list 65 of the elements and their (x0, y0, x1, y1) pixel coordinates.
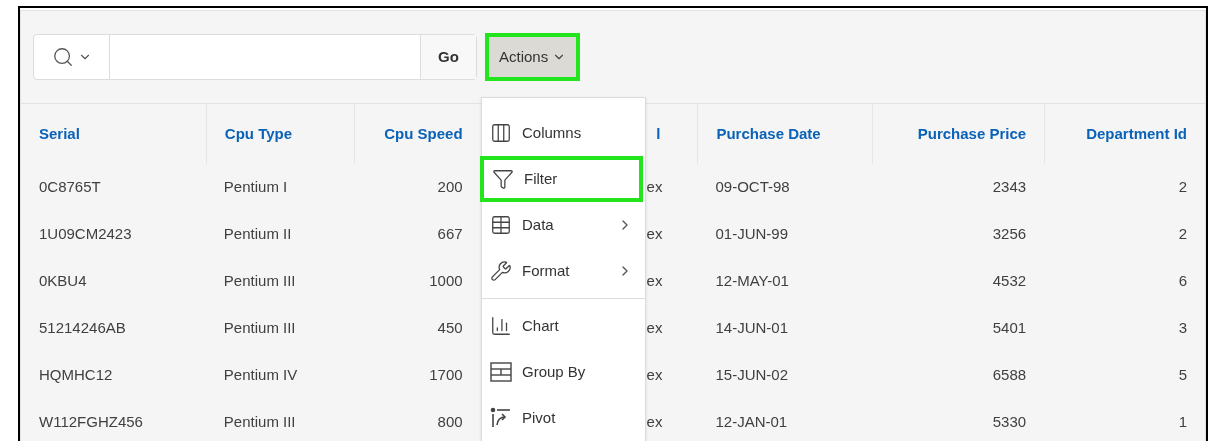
table-cell-text: 3256 (992, 224, 1027, 245)
table-cell-text: 450 (437, 318, 463, 339)
table-cell-text: Pentium I (223, 177, 288, 198)
column-header[interactable]: Cpu Type (205, 104, 354, 164)
menu-item[interactable]: Group By (482, 349, 645, 395)
table-cell-text: ex (646, 318, 663, 339)
table-cell-text: ex (646, 271, 663, 292)
column-header[interactable]: Purchase Price (872, 104, 1045, 164)
table-cell-text: 6588 (992, 365, 1027, 386)
table-cell-text: W112FGHZ456 (39, 412, 143, 433)
menu-item[interactable]: Columns (482, 110, 645, 156)
table-cell-text: 200 (437, 177, 463, 198)
table-cell-text: 2 (1178, 177, 1187, 198)
table-cell-text: 1000 (429, 271, 463, 292)
table-cell-text: 0KBU4 (39, 271, 87, 292)
table-cell-text: 5 (1178, 365, 1187, 386)
go-button[interactable]: Go (420, 35, 476, 79)
wrench-icon (490, 260, 512, 282)
pivot-icon (490, 407, 512, 429)
table-cell-text: 1700 (429, 365, 463, 386)
table-cell-text: 0C8765T (39, 177, 101, 198)
columns-icon (490, 122, 512, 144)
table-cell-text: Pentium II (223, 224, 292, 245)
table-cell-text: 09-OCT-98 (715, 177, 790, 198)
table-cell-text: ex (646, 412, 663, 433)
table-cell-text: 5330 (992, 412, 1027, 433)
menu-item[interactable]: Filter (480, 156, 643, 202)
table-cell-text: 12-MAY-01 (715, 271, 789, 292)
table-cell-text: Pentium III (223, 271, 296, 292)
table-cell-text: Pentium IV (223, 365, 298, 386)
group-by-icon (490, 361, 512, 383)
table-cell-text: Pentium III (223, 412, 296, 433)
column-header[interactable]: Serial (21, 104, 206, 164)
table-cell-text: 800 (437, 412, 463, 433)
menu-item[interactable]: Pivot (482, 395, 645, 441)
table-cell-text: 14-JUN-01 (715, 318, 788, 339)
table-cell-text: 667 (437, 224, 463, 245)
table-cell-text: 5401 (992, 318, 1027, 339)
table-cell-text: 2 (1178, 224, 1187, 245)
table-cell-text: ex (646, 365, 663, 386)
bar-chart-icon (490, 315, 512, 337)
column-header[interactable]: Department Id (1044, 104, 1205, 164)
table-cell-text: 4532 (992, 271, 1027, 292)
search-icon (51, 46, 74, 68)
table-cell-text: 01-JUN-99 (715, 224, 788, 245)
column-header[interactable]: Cpu Speed (353, 104, 481, 164)
column-header[interactable]: Purchase Date (697, 104, 873, 164)
table-cell-text: 3 (1178, 318, 1187, 339)
actions-button[interactable]: Actions (485, 33, 581, 81)
table-cell-text: 6 (1178, 271, 1187, 292)
menu-item[interactable]: Format (482, 248, 645, 294)
table-icon (490, 214, 512, 236)
table-cell-text: ex (646, 224, 663, 245)
table-cell-text: 12-JAN-01 (715, 412, 788, 433)
table-cell-text: 51214246AB (39, 318, 126, 339)
table-cell-text: 15-JUN-02 (715, 365, 788, 386)
table-cell-text: 1 (1178, 412, 1187, 433)
menu-item[interactable]: Data (482, 202, 645, 248)
table-cell-text: HQMHC12 (39, 365, 113, 386)
filter-icon (492, 168, 514, 190)
table-cell-text: ex (646, 177, 663, 198)
menu-item[interactable]: Chart (482, 303, 645, 349)
table-cell-text: 2343 (992, 177, 1027, 198)
table-cell-text: Pentium III (223, 318, 296, 339)
table-cell-text: 1U09CM2423 (39, 224, 132, 245)
